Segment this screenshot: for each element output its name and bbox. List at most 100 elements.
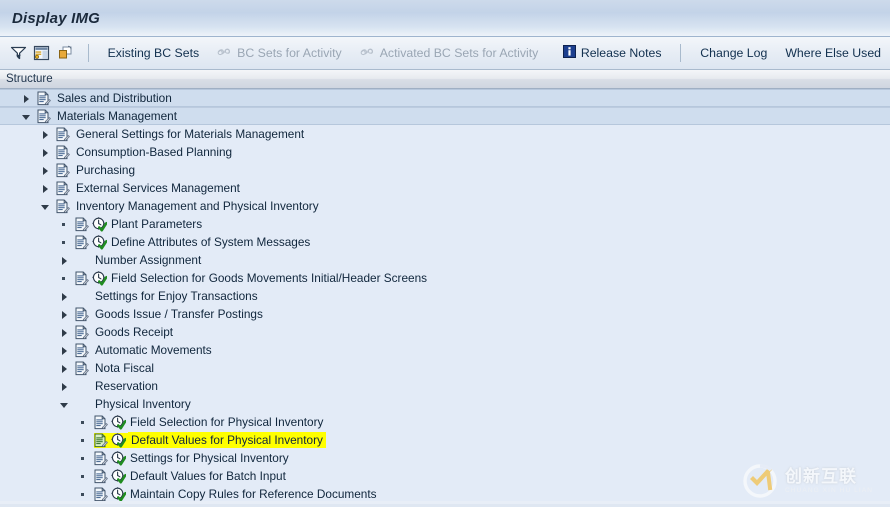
document-icon (56, 163, 70, 178)
leaf-bullet-icon (79, 472, 88, 481)
document-icon (94, 415, 108, 430)
tree-row[interactable]: Settings for Physical Inventory (0, 449, 890, 467)
tree-icon-column (94, 451, 128, 466)
chevron-right-icon[interactable] (60, 310, 69, 319)
activity-done-icon (111, 487, 126, 502)
document-icon (56, 145, 70, 160)
change-log-label: Change Log (700, 46, 767, 60)
chevron-right-icon[interactable] (60, 364, 69, 373)
tree-row[interactable]: Field Selection for Goods Movements Init… (0, 269, 890, 287)
tree-row[interactable]: Consumption-Based Planning (0, 143, 890, 161)
tree-icon-column (75, 343, 93, 358)
tree-row[interactable]: Sales and Distribution (0, 89, 890, 107)
chevron-right-icon[interactable] (41, 130, 50, 139)
activity-done-icon (111, 415, 126, 430)
window-title: Display IMG (0, 10, 100, 27)
document-icon (75, 361, 89, 376)
document-icon (94, 433, 108, 448)
activity-done-icon (92, 235, 107, 250)
chevron-down-icon[interactable] (41, 202, 50, 211)
tree-row-label: Nota Fiscal (93, 361, 154, 375)
toolbar-separator (88, 44, 89, 62)
activated-bc-sets-for-activity-button[interactable]: Activated BC Sets for Activity (351, 43, 548, 64)
document-icon (94, 487, 108, 502)
tree-row-label: Purchasing (74, 163, 135, 177)
leaf-bullet-icon (60, 220, 69, 229)
chevron-right-icon[interactable] (41, 166, 50, 175)
document-icon (75, 307, 89, 322)
bc-sets-for-activity-button[interactable]: BC Sets for Activity (208, 43, 351, 64)
tree-icon-column (94, 415, 128, 430)
tree-row[interactable]: Inventory Management and Physical Invent… (0, 197, 890, 215)
chevron-right-icon[interactable] (41, 184, 50, 193)
activity-done-icon (111, 451, 126, 466)
document-icon (75, 325, 89, 340)
tree-row[interactable]: Default Values for Batch Input (0, 467, 890, 485)
chevron-right-icon[interactable] (22, 94, 31, 103)
tree-icon-column (56, 181, 74, 196)
tree-row[interactable]: Physical Inventory (0, 395, 890, 413)
tree-row-label: Define Attributes of System Messages (109, 235, 310, 249)
toolbar: Existing BC Sets BC Sets for Activity (0, 37, 890, 70)
tree-row-label: Materials Management (55, 109, 177, 123)
document-icon (75, 343, 89, 358)
img-structure-tree[interactable]: Sales and Distribution Materials Manageme… (0, 89, 890, 501)
tree-row-label: Settings for Enjoy Transactions (93, 289, 258, 303)
leaf-bullet-icon (79, 490, 88, 499)
tree-row[interactable]: External Services Management (0, 179, 890, 197)
document-icon (75, 235, 89, 250)
filter-icon[interactable] (8, 41, 29, 65)
select-layout-icon[interactable] (31, 41, 52, 65)
activated-bc-sets-for-activity-label: Activated BC Sets for Activity (380, 46, 539, 60)
where-else-used-button[interactable]: Where Else Used (776, 43, 890, 63)
tree-row-label: Maintain Copy Rules for Reference Docume… (128, 487, 377, 501)
tree-row-label: External Services Management (74, 181, 240, 195)
copy-object-icon[interactable] (55, 41, 76, 65)
tree-row[interactable]: Purchasing (0, 161, 890, 179)
tree-row-label: Plant Parameters (109, 217, 202, 231)
tree-icon-column (56, 145, 74, 160)
tree-icon-column (94, 433, 128, 448)
tree-row[interactable]: Materials Management (0, 107, 890, 125)
activity-done-icon (111, 469, 126, 484)
tree-row[interactable]: Settings for Enjoy Transactions (0, 287, 890, 305)
tree-row[interactable]: Number Assignment (0, 251, 890, 269)
tree-row-label: General Settings for Materials Managemen… (74, 127, 304, 141)
tree-row[interactable]: Plant Parameters (0, 215, 890, 233)
toolbar-separator-2 (680, 44, 681, 62)
existing-bc-sets-button[interactable]: Existing BC Sets (99, 43, 209, 63)
tree-row[interactable]: Automatic Movements (0, 341, 890, 359)
document-icon (75, 271, 89, 286)
structure-column-header: Structure (0, 70, 890, 89)
chevron-right-icon[interactable] (60, 382, 69, 391)
chevron-right-icon[interactable] (41, 148, 50, 157)
tree-icon-column (37, 91, 55, 106)
tree-row[interactable]: Goods Issue / Transfer Postings (0, 305, 890, 323)
chevron-right-icon[interactable] (60, 256, 69, 265)
chevron-right-icon[interactable] (60, 346, 69, 355)
tree-row[interactable]: Reservation (0, 377, 890, 395)
activity-done-icon (111, 433, 126, 448)
tree-row-label: Consumption-Based Planning (74, 145, 232, 159)
bcset-icon (217, 46, 232, 61)
tree-row[interactable]: Default Values for Physical Inventory (0, 431, 890, 449)
chevron-down-icon[interactable] (22, 112, 31, 121)
tree-row-label: Default Values for Physical Inventory (128, 432, 326, 448)
chevron-right-icon[interactable] (60, 328, 69, 337)
display-img-window: Display IMG (0, 0, 890, 507)
tree-row[interactable]: Field Selection for Physical Inventory (0, 413, 890, 431)
leaf-bullet-icon (60, 238, 69, 247)
existing-bc-sets-label: Existing BC Sets (108, 46, 200, 60)
tree-icon-column (94, 487, 128, 502)
window-titlebar: Display IMG (0, 0, 890, 37)
tree-row[interactable]: Goods Receipt (0, 323, 890, 341)
chevron-down-icon[interactable] (60, 400, 69, 409)
tree-row[interactable]: Nota Fiscal (0, 359, 890, 377)
change-log-button[interactable]: Change Log (691, 43, 776, 63)
release-notes-button[interactable]: Release Notes (554, 42, 671, 64)
tree-row[interactable]: Define Attributes of System Messages (0, 233, 890, 251)
tree-row[interactable]: Maintain Copy Rules for Reference Docume… (0, 485, 890, 501)
tree-row[interactable]: General Settings for Materials Managemen… (0, 125, 890, 143)
tree-icon-column (75, 217, 109, 232)
chevron-right-icon[interactable] (60, 292, 69, 301)
